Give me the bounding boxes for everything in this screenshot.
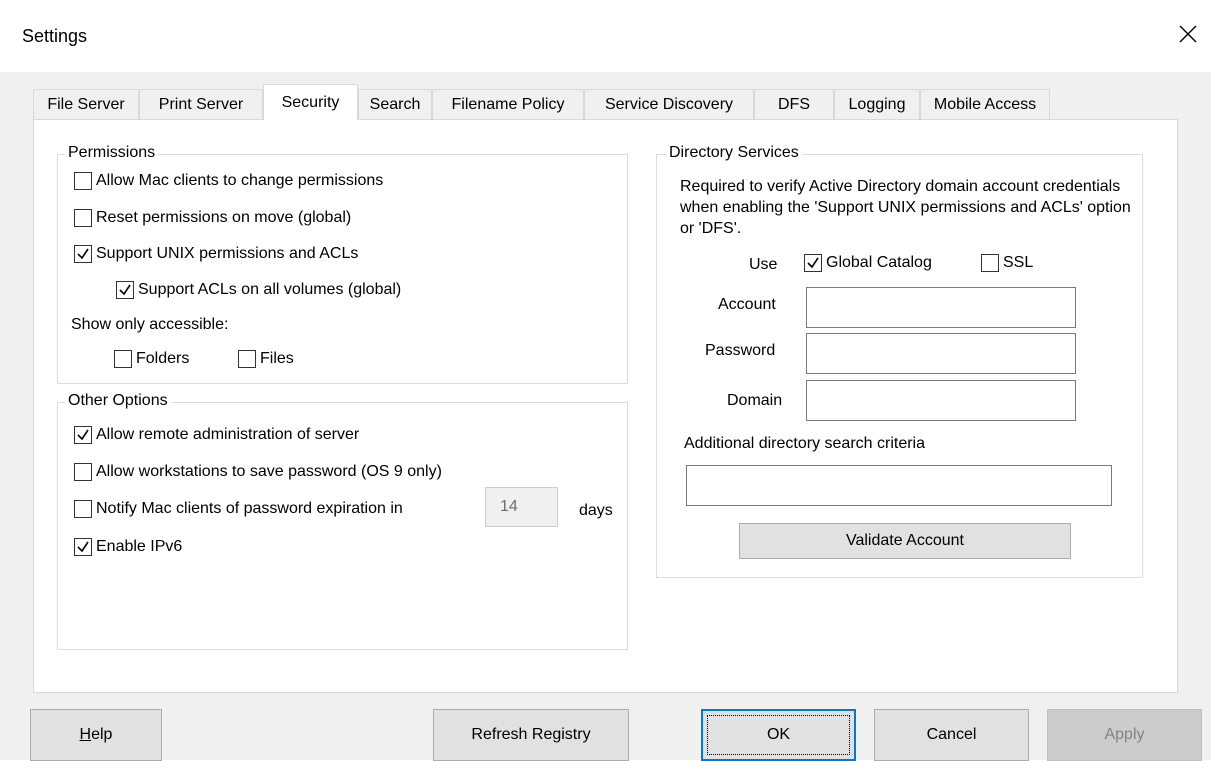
checkbox-box: [981, 254, 999, 272]
close-button[interactable]: [1170, 16, 1206, 52]
checkbox-box: [74, 245, 92, 263]
checkbox-label: Notify Mac clients of password expiratio…: [96, 500, 403, 517]
tab-logging[interactable]: Logging: [834, 89, 920, 119]
checkbox-box: [116, 281, 134, 299]
checkmark-icon: [77, 541, 89, 553]
reset-permissions-on-move-checkbox[interactable]: Reset permissions on move (global): [74, 209, 351, 227]
checkbox-label: Global Catalog: [826, 254, 932, 271]
tab-print-server[interactable]: Print Server: [139, 89, 263, 119]
directory-services-group-title: Directory Services: [666, 144, 802, 162]
days-label: days: [579, 502, 613, 519]
security-tab-panel: Permissions Allow Mac clients to change …: [33, 119, 1178, 693]
ok-button[interactable]: OK: [701, 709, 856, 761]
tab-security[interactable]: Security: [263, 84, 358, 120]
account-label: Account: [718, 296, 776, 313]
checkbox-box: [74, 426, 92, 444]
checkbox-box: [74, 463, 92, 481]
apply-button[interactable]: Apply: [1047, 709, 1202, 761]
checkmark-icon: [807, 257, 819, 269]
tab-service-discovery[interactable]: Service Discovery: [584, 89, 754, 119]
validate-account-button[interactable]: Validate Account: [739, 523, 1071, 559]
checkbox-label: SSL: [1003, 254, 1034, 271]
tab-filename-policy[interactable]: Filename Policy: [432, 89, 584, 119]
password-input[interactable]: [806, 333, 1076, 374]
domain-label: Domain: [727, 392, 783, 409]
close-icon: [1179, 25, 1197, 43]
allow-save-password-checkbox[interactable]: Allow workstations to save password (OS …: [74, 463, 442, 481]
tab-search[interactable]: Search: [358, 89, 432, 119]
help-button[interactable]: Help: [30, 709, 162, 761]
search-criteria-label: Additional directory search criteria: [684, 435, 925, 452]
tab-mobile-access[interactable]: Mobile Access: [920, 89, 1050, 119]
enable-ipv6-checkbox[interactable]: Enable IPv6: [74, 538, 182, 556]
checkbox-label: Enable IPv6: [96, 538, 183, 555]
files-checkbox[interactable]: Files: [238, 350, 294, 368]
help-label-rest: elp: [91, 726, 113, 743]
search-criteria-input[interactable]: [686, 465, 1112, 506]
allow-mac-change-permissions-checkbox[interactable]: Allow Mac clients to change permissions: [74, 172, 383, 190]
title-bar: Settings: [0, 0, 1211, 72]
checkmark-icon: [77, 248, 89, 260]
show-only-accessible-label: Show only accessible:: [71, 316, 229, 333]
checkbox-label: Allow workstations to save password (OS …: [96, 463, 442, 480]
password-label: Password: [705, 342, 776, 359]
checkmark-icon: [77, 429, 89, 441]
checkbox-box: [74, 172, 92, 190]
global-catalog-checkbox[interactable]: Global Catalog: [804, 254, 932, 272]
cancel-button[interactable]: Cancel: [874, 709, 1029, 761]
checkbox-box: [74, 500, 92, 518]
window-title: Settings: [22, 26, 88, 46]
other-options-group-title: Other Options: [65, 392, 171, 410]
checkbox-label: Folders: [136, 350, 190, 367]
checkbox-box: [238, 350, 256, 368]
checkbox-box: [114, 350, 132, 368]
account-input[interactable]: [806, 287, 1076, 328]
checkmark-icon: [119, 284, 131, 296]
checkbox-label: Support UNIX permissions and ACLs: [96, 245, 359, 262]
domain-input[interactable]: [806, 380, 1076, 421]
tab-dfs[interactable]: DFS: [754, 89, 834, 119]
help-accelerator: H: [79, 726, 92, 743]
folders-checkbox[interactable]: Folders: [114, 350, 189, 368]
support-acls-all-volumes-checkbox[interactable]: Support ACLs on all volumes (global): [116, 281, 401, 299]
directory-services-description: Required to verify Active Directory doma…: [680, 178, 1131, 237]
expiration-days-field[interactable]: 14: [485, 487, 558, 527]
checkbox-box: [74, 538, 92, 556]
focus-rectangle: [707, 715, 850, 755]
checkbox-label: Files: [260, 350, 294, 367]
use-label: Use: [749, 256, 778, 273]
checkbox-box: [74, 209, 92, 227]
checkbox-label: Allow Mac clients to change permissions: [96, 172, 384, 189]
permissions-group-title: Permissions: [65, 144, 159, 162]
checkbox-label: Support ACLs on all volumes (global): [138, 281, 402, 298]
notify-password-expiration-checkbox[interactable]: Notify Mac clients of password expiratio…: [74, 500, 403, 518]
checkbox-label: Allow remote administration of server: [96, 426, 360, 443]
support-unix-permissions-checkbox[interactable]: Support UNIX permissions and ACLs: [74, 245, 358, 263]
dialog-body: File Server Print Server Security Search…: [0, 72, 1211, 761]
checkbox-box: [804, 254, 822, 272]
checkbox-label: Reset permissions on move (global): [96, 209, 352, 226]
allow-remote-admin-checkbox[interactable]: Allow remote administration of server: [74, 426, 359, 444]
refresh-registry-button[interactable]: Refresh Registry: [433, 709, 629, 761]
ssl-checkbox[interactable]: SSL: [981, 254, 1033, 272]
tab-file-server[interactable]: File Server: [33, 89, 139, 119]
